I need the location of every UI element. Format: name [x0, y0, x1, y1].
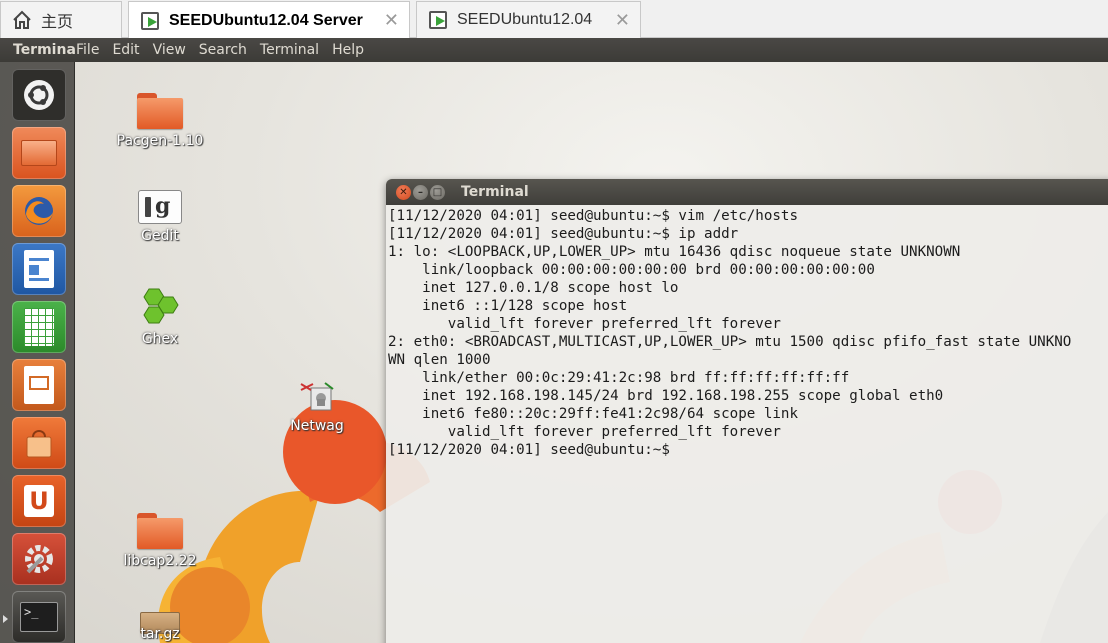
close-icon[interactable]: ✕ — [384, 10, 399, 31]
terminal-titlebar[interactable]: ✕ – □ Terminal — [386, 179, 1108, 205]
unity-launcher: U >_ — [0, 62, 75, 643]
launcher-software-center[interactable] — [12, 417, 66, 469]
gedit-icon: g — [138, 190, 182, 224]
terminal-line: 1: lo: <LOOPBACK,UP,LOWER_UP> mtu 16436 … — [388, 244, 961, 260]
netwag-icon — [300, 382, 334, 411]
terminal-prompt[interactable]: [11/12/2020 04:01] seed@ubuntu:~$ — [388, 441, 1108, 459]
menu-search[interactable]: Search — [199, 42, 247, 58]
menu-file[interactable]: File — [76, 42, 99, 58]
folder-icon — [137, 93, 183, 129]
firefox-icon — [25, 197, 53, 225]
terminal-window[interactable]: ✕ – □ Terminal [11/12/2020 04:01] seed@u… — [386, 179, 1108, 643]
tab-home[interactable]: 主页 — [0, 1, 122, 38]
terminal-line: WN qlen 1000 — [388, 352, 491, 368]
desktop-icon-gedit[interactable]: g Gedit — [110, 190, 210, 244]
launcher-system-settings[interactable] — [12, 533, 66, 585]
terminal-line: [11/12/2020 04:01] seed@ubuntu:~$ ip add… — [388, 226, 739, 242]
launcher-terminal[interactable]: >_ — [12, 591, 66, 643]
launcher-calc[interactable] — [12, 301, 66, 353]
settings-icon — [25, 545, 53, 574]
terminal-line: 2: eth0: <BROADCAST,MULTICAST,UP,LOWER_U… — [388, 334, 1072, 350]
terminal-icon: >_ — [20, 602, 58, 632]
desktop-icon-netwag[interactable]: Netwag — [267, 380, 367, 434]
tab-label: SEEDUbuntu12.04 Server — [169, 11, 363, 29]
tab-seedubuntu[interactable]: SEEDUbuntu12.04 ✕ — [416, 1, 641, 38]
terminal-line: link/loopback 00:00:00:00:00:00 brd 00:0… — [388, 262, 875, 278]
vm-tab-bar: 主页 SEEDUbuntu12.04 Server ✕ SEEDUbuntu12… — [0, 0, 1108, 39]
desktop-icon-archive[interactable]: tar.gz — [110, 612, 210, 642]
desktop-icon-pacgen[interactable]: Pacgen-1.10 — [110, 93, 210, 149]
impress-icon — [24, 366, 54, 404]
launcher-dash-home[interactable] — [12, 69, 66, 121]
terminal-line: inet6 ::1/128 scope host — [388, 298, 628, 314]
launcher-files[interactable] — [12, 127, 66, 179]
terminal-line: inet 192.168.198.145/24 brd 192.168.198.… — [388, 388, 944, 404]
menu-terminal[interactable]: Terminal — [260, 42, 319, 58]
top-menu-bar: Terminal File Edit View Search Terminal … — [0, 38, 1108, 62]
vm-icon — [427, 9, 449, 31]
menu-edit[interactable]: Edit — [112, 42, 139, 58]
menu-view[interactable]: View — [153, 42, 186, 58]
menu-help[interactable]: Help — [332, 42, 364, 58]
maximize-button[interactable]: □ — [430, 184, 445, 200]
home-icon — [11, 9, 33, 31]
tab-seedubuntu-server[interactable]: SEEDUbuntu12.04 Server ✕ — [128, 1, 410, 39]
folder-icon — [21, 140, 57, 166]
vm-icon — [139, 10, 161, 32]
ghex-icon — [143, 288, 179, 324]
launcher-firefox[interactable] — [12, 185, 66, 237]
launcher-writer[interactable] — [12, 243, 66, 295]
terminal-output[interactable]: [11/12/2020 04:01] seed@ubuntu:~$ vim /e… — [386, 205, 1108, 643]
terminal-title: Terminal — [461, 184, 529, 200]
terminal-line: valid_lft forever preferred_lft forever — [388, 424, 781, 440]
calc-icon — [24, 308, 54, 346]
desktop-icon-ghex[interactable]: Ghex — [110, 287, 210, 347]
ubuntu-one-icon: U — [24, 485, 54, 517]
terminal-line: [11/12/2020 04:01] seed@ubuntu:~$ vim /e… — [388, 208, 798, 224]
launcher-ubuntu-one[interactable]: U — [12, 475, 66, 527]
terminal-line: valid_lft forever preferred_lft forever — [388, 316, 781, 332]
shopping-bag-icon — [26, 430, 52, 458]
folder-icon — [137, 513, 183, 549]
terminal-line: link/ether 00:0c:29:41:2c:98 brd ff:ff:f… — [388, 370, 850, 386]
app-title: Terminal — [13, 42, 76, 58]
minimize-button[interactable]: – — [413, 184, 428, 200]
close-button[interactable]: ✕ — [396, 184, 411, 200]
writer-icon — [24, 250, 54, 288]
terminal-line: inet 127.0.0.1/8 scope host lo — [388, 280, 679, 296]
desktop-icon-libcap[interactable]: libcap2.22 — [110, 513, 210, 569]
close-icon[interactable]: ✕ — [615, 10, 630, 31]
launcher-running-indicator — [3, 615, 8, 623]
tab-label: SEEDUbuntu12.04 — [457, 11, 593, 28]
tab-label: 主页 — [41, 14, 74, 31]
terminal-line: inet6 fe80::20c:29ff:fe41:2c98/64 scope … — [388, 406, 798, 422]
ubuntu-logo-icon — [24, 80, 54, 110]
launcher-impress[interactable] — [12, 359, 66, 411]
